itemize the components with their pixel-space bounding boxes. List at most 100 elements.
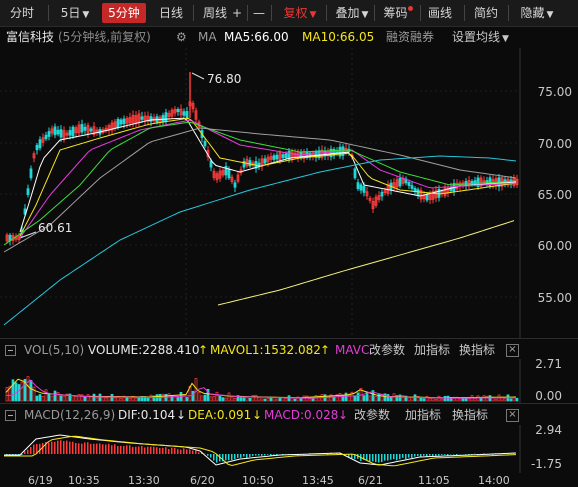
macd-bar <box>420 454 422 456</box>
ma120-line <box>4 156 516 325</box>
x-tick: 13:45 <box>302 474 334 487</box>
macd-chart[interactable] <box>0 425 578 473</box>
tab-daily[interactable]: 日线 <box>154 3 188 23</box>
macd-bar <box>411 454 413 458</box>
macd-bar <box>441 454 443 455</box>
collapse-icon[interactable] <box>5 410 16 421</box>
close-icon[interactable]: × <box>506 409 519 422</box>
macd-bar <box>30 447 32 454</box>
volume-bar <box>48 394 50 401</box>
mavol2-value: MAVC <box>335 339 369 361</box>
ma-settings-label: 设置均线 <box>452 30 500 44</box>
x-tick: 10:35 <box>68 474 100 487</box>
switch-indicator-button[interactable]: 换指标 <box>459 339 495 361</box>
macd-bar <box>123 446 125 454</box>
macd-bar <box>255 454 257 456</box>
notification-dot-icon <box>408 6 413 11</box>
candle-body <box>165 113 167 121</box>
macd-bar <box>165 447 167 454</box>
volume-bar <box>444 396 446 401</box>
candle-body <box>177 109 179 111</box>
macd-bar <box>69 442 71 454</box>
add-period-button[interactable]: + <box>230 3 244 23</box>
macd-bar <box>210 454 212 458</box>
macd-bar <box>84 442 86 454</box>
macd-bar <box>435 454 437 456</box>
margin-trading-link[interactable]: 融资融券 <box>386 26 434 48</box>
edit-params-button[interactable]: 改参数 <box>354 404 390 426</box>
tab-5day[interactable]: 5日▼ <box>58 3 92 23</box>
volume-chart[interactable] <box>0 359 578 403</box>
overlay-button[interactable]: 叠加▼ <box>330 3 374 23</box>
gear-icon[interactable]: ⚙ <box>176 26 187 48</box>
volume-bar <box>312 399 314 401</box>
ma-settings-button[interactable]: 设置均线▼ <box>452 26 509 50</box>
add-indicator-button[interactable]: 加指标 <box>414 339 450 361</box>
volume-bar <box>63 396 65 401</box>
mavol1-value: MAVOL1:1532.082 <box>210 339 321 361</box>
volume-bar <box>36 396 38 401</box>
volume-bar <box>96 398 98 401</box>
macd-bar <box>372 454 374 461</box>
candlestick-chart[interactable] <box>0 48 578 338</box>
close-icon[interactable]: × <box>506 344 519 357</box>
collapse-icon[interactable] <box>5 345 16 356</box>
x-tick: 6/21 <box>358 474 383 487</box>
volume-bar <box>429 399 431 401</box>
macd-bar <box>111 445 113 454</box>
volume-bar <box>39 394 41 401</box>
macd-bar <box>153 447 155 454</box>
tab-5min[interactable]: 5分钟 <box>102 3 146 23</box>
toolbar: 分时 5日▼ 5分钟 日线 周线 + — 复权▼ 叠加▼ 筹码 画线 简约 隐藏… <box>0 0 578 27</box>
candle-body <box>411 186 413 189</box>
candle-body <box>264 159 266 163</box>
x-tick: 14:00 <box>478 474 510 487</box>
macd-bar <box>225 454 227 460</box>
candle-body <box>72 127 74 136</box>
tab-intraday[interactable]: 分时 <box>6 3 38 23</box>
macd-bar <box>249 454 251 457</box>
remove-period-button[interactable]: — <box>252 3 266 23</box>
macd-bar <box>78 443 80 454</box>
edit-params-button[interactable]: 改参数 <box>369 339 405 361</box>
adjust-button[interactable]: 复权▼ <box>278 3 322 23</box>
macd-bar <box>177 449 179 454</box>
candle-body <box>276 155 278 159</box>
add-indicator-button[interactable]: 加指标 <box>405 404 441 426</box>
arrow-up-icon: ↑ <box>320 339 330 361</box>
macd-bar <box>438 454 440 456</box>
macd-bar <box>75 443 77 454</box>
volume-bar <box>243 398 245 401</box>
volume-bar <box>225 398 227 401</box>
separator <box>420 5 421 21</box>
volume-bar <box>345 393 347 401</box>
volume-bar <box>84 397 86 401</box>
macd-bar <box>231 454 233 460</box>
macd-bar <box>117 446 119 454</box>
candle-body <box>30 169 32 178</box>
arrow-down-icon: ↓ <box>176 404 186 426</box>
macd-bar <box>369 454 371 462</box>
macd-bar <box>240 454 242 458</box>
volume-bar <box>249 398 251 401</box>
chips-button[interactable]: 筹码 <box>378 3 418 23</box>
macd-bar <box>267 454 269 455</box>
simple-button[interactable]: 简约 <box>470 3 502 23</box>
candle-body <box>408 182 410 185</box>
chevron-down-icon: ▼ <box>82 10 89 20</box>
macd-bar <box>429 454 431 456</box>
macd-bar <box>213 454 215 460</box>
switch-indicator-button[interactable]: 换指标 <box>452 404 488 426</box>
volume-bar <box>423 399 425 401</box>
hide-button[interactable]: 隐藏▼ <box>512 3 562 23</box>
period-note: (5分钟线,前复权) <box>58 26 151 48</box>
macd-bar <box>120 446 122 454</box>
candle-body <box>285 154 287 158</box>
candle-body <box>60 130 62 137</box>
high-pointer <box>192 73 204 79</box>
draw-line-button[interactable]: 画线 <box>424 3 456 23</box>
macd-bar <box>465 454 467 455</box>
macd-bar <box>129 445 131 454</box>
macd-bar <box>381 454 383 462</box>
tab-weekly[interactable]: 周线 <box>200 3 230 23</box>
